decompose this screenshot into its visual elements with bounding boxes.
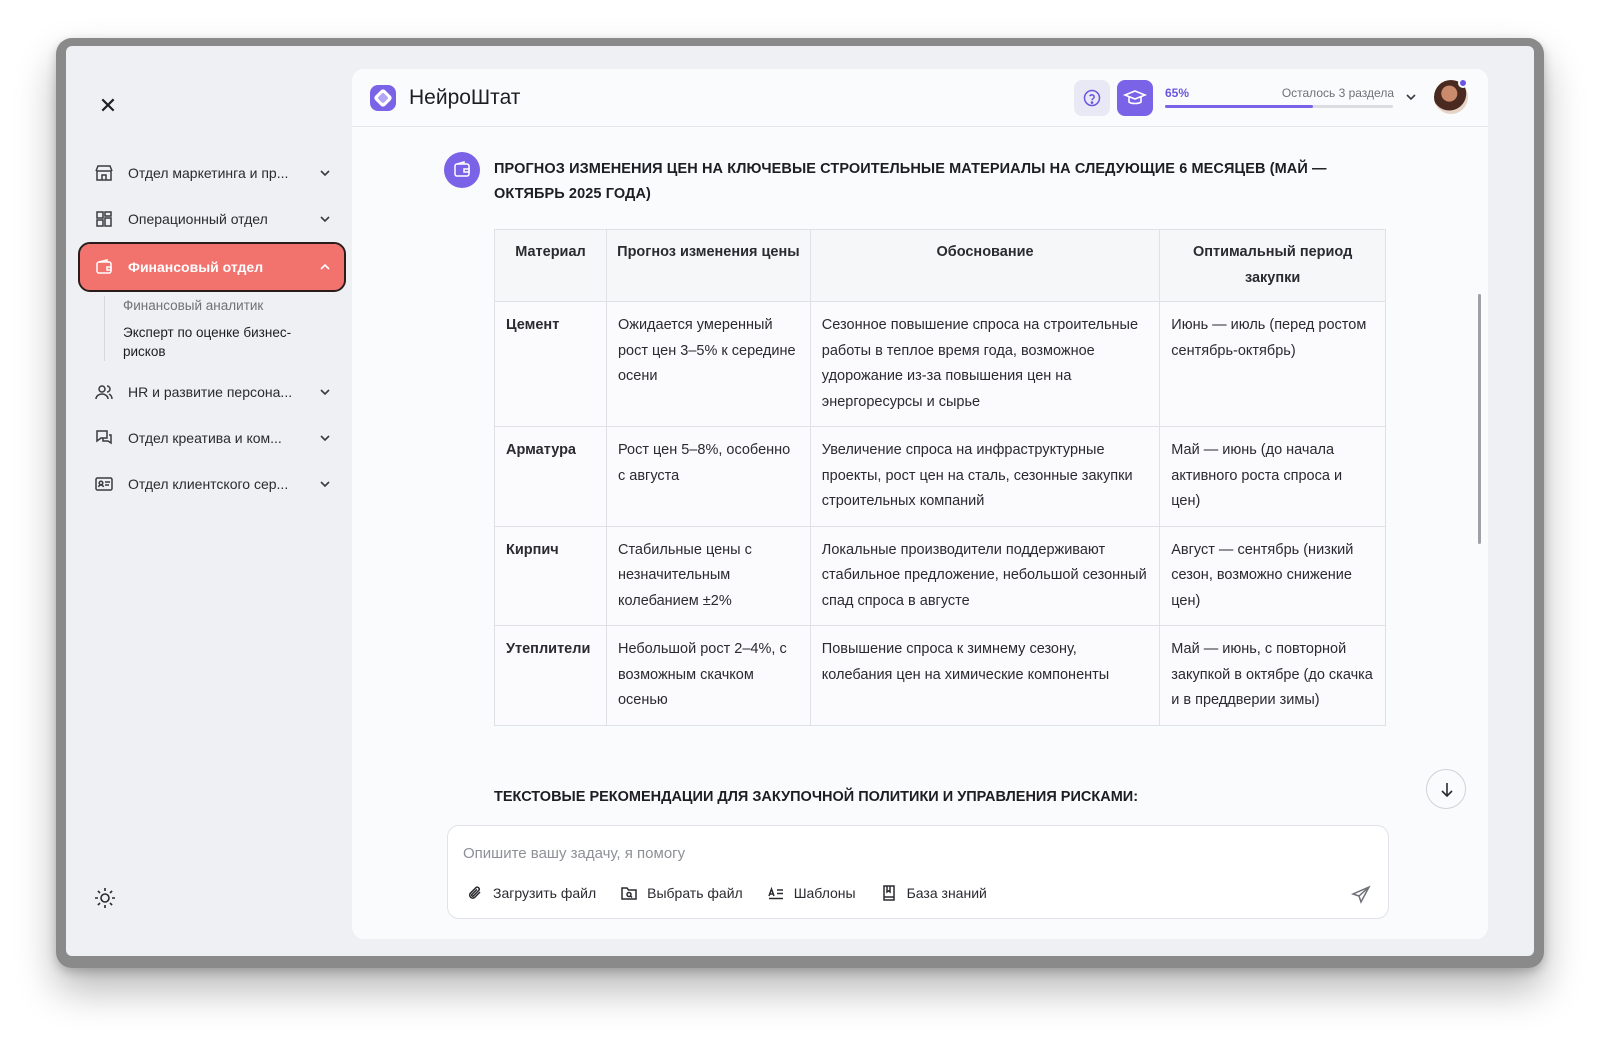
tool-label: База знаний (906, 885, 987, 901)
paperclip-icon (468, 886, 481, 899)
table-cell: Рост цен 5–8%, особенно с августа (605, 426, 811, 527)
scrollbar[interactable] (1478, 294, 1481, 544)
assistant-avatar (444, 152, 480, 188)
column-header: Оптимальный период закупки (1159, 229, 1386, 302)
tool-label: Шаблоны (793, 885, 856, 901)
recommendations-heading: ТЕКСТОВЫЕ РЕКОМЕНДАЦИИ ДЛЯ ЗАКУПОЧНОЙ ПО… (494, 789, 1139, 805)
chevron-down-icon (320, 389, 330, 396)
arrow-down-icon (1441, 783, 1453, 798)
sidebar-item-creative[interactable]: Отдел креатива и ком... (80, 415, 344, 461)
chevron-down-icon (320, 435, 330, 442)
forecast-table: Материал Прогноз изменения цены Обоснова… (494, 229, 1386, 726)
sidebar-subitem-financial-analyst[interactable]: Финансовый аналитик (123, 296, 344, 315)
table-row: Утеплители Небольшой рост 2–4%, с возмож… (494, 625, 1386, 726)
sidebar-item-label: Финансовый отдел (128, 259, 264, 275)
progress-bar (1165, 105, 1393, 108)
table-cell: Август — сентябрь (низкий сезон, возможн… (1159, 525, 1386, 626)
sidebar-item-label: Отдел клиентского сер... (128, 476, 289, 492)
wallet-icon (454, 161, 470, 177)
table-cell: Май — июнь (до начала активного роста сп… (1159, 426, 1386, 527)
table-row: Цемент Ожидается умеренный рост цен 3–5%… (494, 301, 1386, 427)
table-cell: Ожидается умеренный рост цен 3–5% к сере… (605, 301, 811, 427)
chevron-down-icon (320, 216, 330, 223)
chevron-down-icon (320, 170, 330, 177)
progress-percent: 65% (1165, 86, 1190, 100)
table-cell: Цемент (494, 301, 607, 427)
sidebar-item-label: Операционный отдел (128, 211, 268, 227)
sidebar-item-label: HR и развитие персона... (128, 384, 293, 400)
upload-file-button[interactable]: Загрузить файл (466, 884, 596, 902)
composer-toolbar: Загрузить файл Выбрать файл Шаблоны База… (466, 884, 987, 902)
table-cell: Июнь — июль (перед ростом сентябрь-октяб… (1159, 301, 1386, 427)
chevron-down-icon[interactable] (1404, 90, 1418, 104)
progress-bar-fill (1165, 105, 1314, 108)
brand-name: НейроШтат (409, 86, 521, 109)
notification-dot (1458, 78, 1468, 88)
column-header: Обоснование (809, 229, 1161, 302)
sidebar-item-client-service[interactable]: Отдел клиентского сер... (80, 461, 344, 507)
table-cell: Кирпич (494, 525, 607, 626)
table-cell: Арматура (494, 426, 607, 527)
choose-file-button[interactable]: Выбрать файл (620, 884, 743, 902)
store-icon (95, 165, 113, 181)
graduation-cap-icon (1122, 90, 1148, 105)
response-heading: ПРОГНОЗ ИЗМЕНЕНИЯ ЦЕН НА КЛЮЧЕВЫЕ СТРОИТ… (494, 161, 1327, 202)
column-header: Материал (494, 229, 607, 302)
table-header-row: Материал Прогноз изменения цены Обоснова… (494, 229, 1386, 302)
sidebar-subitem-risk-expert[interactable]: Эксперт по оценке бизнес-рисков (123, 323, 323, 361)
chevron-down-icon (320, 481, 330, 488)
tool-label: Выбрать файл (647, 885, 743, 901)
chat-icon (96, 430, 112, 445)
id-card-icon (95, 477, 113, 491)
table-cell: Май — июнь, с повторной закупкой в октяб… (1159, 625, 1386, 726)
table-cell: Стабильные цены с незначительным колебан… (605, 525, 811, 626)
message-input[interactable] (463, 840, 1323, 866)
send-icon[interactable] (1350, 884, 1372, 906)
scroll-down-button[interactable] (1426, 769, 1466, 809)
knowledge-base-button[interactable]: База знаний (880, 884, 987, 902)
finance-subnav: Финансовый аналитик Эксперт по оценке би… (104, 296, 344, 361)
sidebar-item-finance[interactable]: Финансовый отдел (78, 242, 346, 292)
sidebar-item-hr[interactable]: HR и развитие персона... (80, 369, 344, 415)
table-cell: Утеплители (494, 625, 607, 726)
table-cell: Небольшой рост 2–4%, с возможным скачком… (605, 625, 811, 726)
logo-icon (370, 85, 396, 111)
wallet-icon (96, 259, 112, 274)
column-header: Прогноз изменения цены (605, 229, 811, 302)
sun-icon[interactable] (93, 886, 117, 910)
chevron-up-icon (320, 263, 330, 270)
table-row: Кирпич Стабильные цены с незначительным … (494, 525, 1386, 626)
learning-button[interactable] (1117, 80, 1153, 116)
close-icon[interactable]: ✕ (96, 94, 120, 118)
template-icon (767, 886, 783, 900)
table-cell: Увеличение спроса на инфраструктурные пр… (809, 426, 1161, 527)
sidebar-nav: Отдел маркетинга и пр... Операционный от… (78, 150, 346, 507)
device-frame: ✕ Отдел маркетинга и пр... Операционный … (56, 38, 1544, 968)
sidebar-item-label: Отдел маркетинга и пр... (128, 165, 289, 181)
progress-remaining: Осталось 3 раздела (1281, 86, 1394, 100)
sidebar-item-label: Отдел креатива и ком... (128, 430, 282, 446)
tool-label: Загрузить файл (493, 885, 597, 901)
templates-button[interactable]: Шаблоны (767, 884, 856, 902)
app-window: ✕ Отдел маркетинга и пр... Операционный … (66, 46, 1534, 956)
help-button[interactable] (1074, 80, 1110, 116)
table-row: Арматура Рост цен 5–8%, особенно с авгус… (494, 426, 1386, 527)
table-cell: Повышение спроса к зимнему сезону, колеб… (809, 625, 1161, 726)
sidebar-item-marketing[interactable]: Отдел маркетинга и пр... (80, 150, 344, 196)
book-icon (882, 885, 895, 901)
grid-icon (96, 211, 112, 227)
top-bar: НейроШтат 65% Осталось 3 раздела (352, 69, 1488, 127)
users-icon (95, 385, 113, 400)
main-panel: НейроШтат 65% Осталось 3 раздела ПРОГНОЗ… (352, 69, 1488, 939)
sidebar-item-operations[interactable]: Операционный отдел (80, 196, 344, 242)
table-cell: Сезонное повышение спроса на строительны… (809, 301, 1161, 427)
question-icon (1083, 89, 1101, 107)
message-composer: Загрузить файл Выбрать файл Шаблоны База… (447, 825, 1389, 919)
file-search-icon (621, 887, 637, 900)
table-cell: Локальные производители поддерживают ста… (809, 525, 1161, 626)
